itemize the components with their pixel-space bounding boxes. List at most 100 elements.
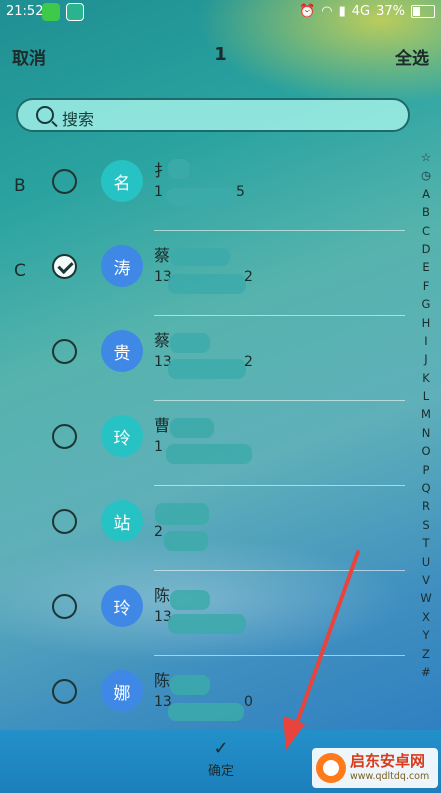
index-letter[interactable]: B [416, 203, 436, 221]
contact-row[interactable]: 玲 曹 1 [0, 401, 405, 486]
select-all-button[interactable]: 全选 [395, 44, 429, 69]
index-letter[interactable]: T [416, 534, 436, 552]
index-letter[interactable]: R [416, 497, 436, 515]
contact-name: 陈 [154, 671, 171, 690]
avatar: 站 [101, 500, 143, 542]
selection-header: 取消 1 全选 [0, 40, 441, 74]
contact-row[interactable]: 站 2 [0, 486, 405, 571]
select-checkbox[interactable] [52, 594, 77, 619]
status-bar: 21:52 ⏰ ◠ ▮ 4G 37% [0, 0, 441, 26]
avatar: 玲 [101, 415, 143, 457]
index-letter[interactable]: W [416, 589, 436, 607]
index-letter[interactable]: S [416, 516, 436, 534]
blurred-phone [168, 614, 246, 634]
index-letter[interactable]: V [416, 571, 436, 589]
index-letter[interactable]: H [416, 314, 436, 332]
blurred-name [170, 333, 210, 353]
index-letter[interactable]: I [416, 332, 436, 350]
blurred-phone [164, 531, 208, 551]
index-letter[interactable]: M [416, 405, 436, 423]
watermark-url: www.qdltdq.com [350, 771, 430, 782]
index-letter[interactable]: N [416, 424, 436, 442]
avatar: 贵 [101, 330, 143, 372]
select-checkbox[interactable] [52, 679, 77, 704]
index-letter[interactable]: E [416, 258, 436, 276]
wifi-icon: ◠ [321, 4, 333, 19]
index-letter[interactable]: X [416, 608, 436, 626]
index-letter[interactable]: Y [416, 626, 436, 644]
shield-icon [42, 3, 60, 21]
contact-phone-tail: 2 [244, 269, 253, 285]
select-checkbox[interactable] [52, 509, 77, 534]
contact-name: 曹 [154, 416, 171, 435]
index-letter[interactable]: F [416, 277, 436, 295]
contact-phone-tail: 2 [244, 354, 253, 370]
search-placeholder: 搜索 [62, 110, 95, 129]
alarm-icon: ⏰ [299, 4, 316, 19]
blurred-phone [168, 359, 246, 379]
index-letter[interactable]: # [416, 663, 436, 681]
blurred-name [170, 590, 210, 610]
select-checkbox[interactable] [52, 424, 77, 449]
confirm-button[interactable]: ✓ 确定 [185, 738, 257, 780]
contact-phone: 1 [154, 184, 163, 200]
search-box[interactable]: 搜索 [16, 98, 410, 132]
avatar: 玲 [101, 585, 143, 627]
watermark-logo-icon [316, 753, 346, 783]
select-checkbox[interactable] [52, 169, 77, 194]
scan-icon [66, 3, 84, 21]
blurred-name [170, 675, 210, 695]
contact-phone: 2 [154, 524, 163, 540]
battery-percent: 37% [376, 4, 405, 19]
index-letter[interactable]: K [416, 369, 436, 387]
search-icon [36, 106, 54, 124]
index-letter[interactable]: O [416, 442, 436, 460]
blurred-phone [168, 274, 246, 294]
blurred-name [168, 159, 190, 179]
contact-name: 陈 [154, 586, 171, 605]
index-letter[interactable]: D [416, 240, 436, 258]
contact-row[interactable]: 娜 陈 13 0 [0, 656, 405, 741]
battery-icon [411, 5, 435, 18]
section-letter: B [14, 176, 26, 196]
index-letter[interactable]: Q [416, 479, 436, 497]
status-time: 21:52 [6, 4, 44, 19]
index-letter[interactable]: ◷ [416, 166, 436, 184]
contact-name: 蔡 [154, 246, 171, 265]
avatar: 娜 [101, 670, 143, 712]
contact-row[interactable]: 玲 陈 13 [0, 571, 405, 656]
checkmark-icon: ✓ [213, 738, 229, 759]
network-type: 4G [351, 4, 371, 19]
index-letter[interactable]: U [416, 553, 436, 571]
blurred-phone [166, 188, 234, 206]
index-letter[interactable]: C [416, 222, 436, 240]
blurred-phone [166, 444, 252, 464]
blurred-name [155, 503, 209, 525]
avatar: 涛 [101, 245, 143, 287]
index-letter[interactable]: G [416, 295, 436, 313]
blurred-name [170, 248, 230, 266]
contact-name: 蔡 [154, 331, 171, 350]
index-letter[interactable]: Z [416, 645, 436, 663]
select-checkbox-checked[interactable] [52, 254, 77, 279]
contact-row[interactable]: 贵 蔡 13 2 [0, 316, 405, 401]
index-letter[interactable]: L [416, 387, 436, 405]
status-right: ⏰ ◠ ▮ 4G 37% [299, 4, 435, 19]
blurred-phone [168, 703, 244, 721]
index-letter[interactable]: ☆ [416, 148, 436, 166]
index-letter[interactable]: P [416, 461, 436, 479]
contact-phone-tail: 0 [244, 694, 253, 710]
contact-phone-tail: 5 [236, 184, 245, 200]
contact-row[interactable]: C 涛 蔡 13 2 [0, 231, 405, 316]
selected-count: 1 [214, 44, 227, 65]
confirm-label: 确定 [207, 764, 234, 779]
alphabet-index[interactable]: ☆ ◷ A B C D E F G H I J K L M N O P Q R S T U V W X Y Z # [416, 148, 436, 681]
contact-row[interactable]: B 名 扌 1 5 [0, 146, 405, 231]
signal-icon: ▮ [338, 4, 346, 19]
index-letter[interactable]: A [416, 185, 436, 203]
select-checkbox[interactable] [52, 339, 77, 364]
index-letter[interactable]: J [416, 350, 436, 368]
avatar: 名 [101, 160, 143, 202]
section-letter: C [14, 261, 26, 281]
contact-phone: 1 [154, 439, 163, 455]
